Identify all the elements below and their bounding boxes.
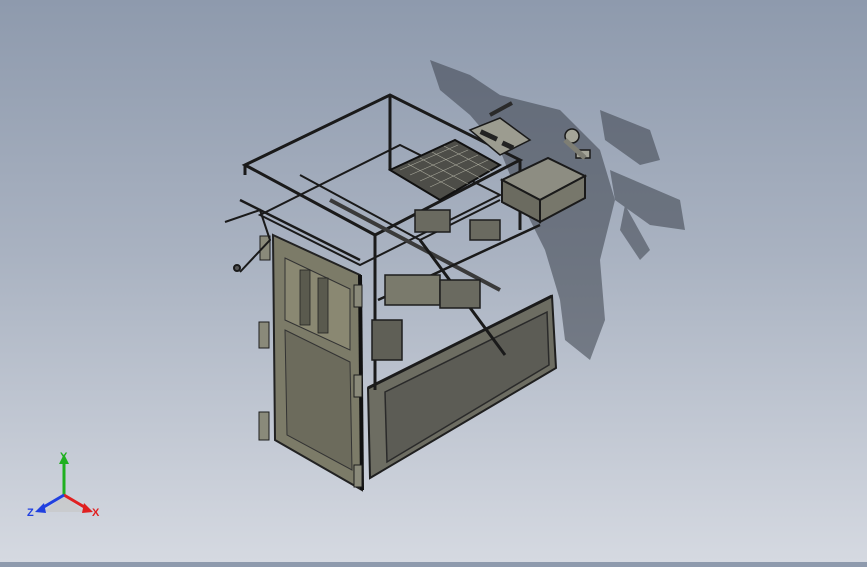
y-axis-label: Y	[60, 451, 68, 463]
cabinet-front-door	[271, 233, 364, 492]
cad-3d-viewport[interactable]: Y X Z	[0, 0, 867, 562]
triad-graphic: Y X Z	[27, 451, 100, 519]
orientation-triad: Y X Z	[22, 448, 106, 526]
model-drawing	[224, 60, 685, 492]
x-axis-label: X	[92, 507, 100, 519]
z-axis-label: Z	[27, 507, 34, 519]
z-axis-arrow	[35, 503, 46, 513]
